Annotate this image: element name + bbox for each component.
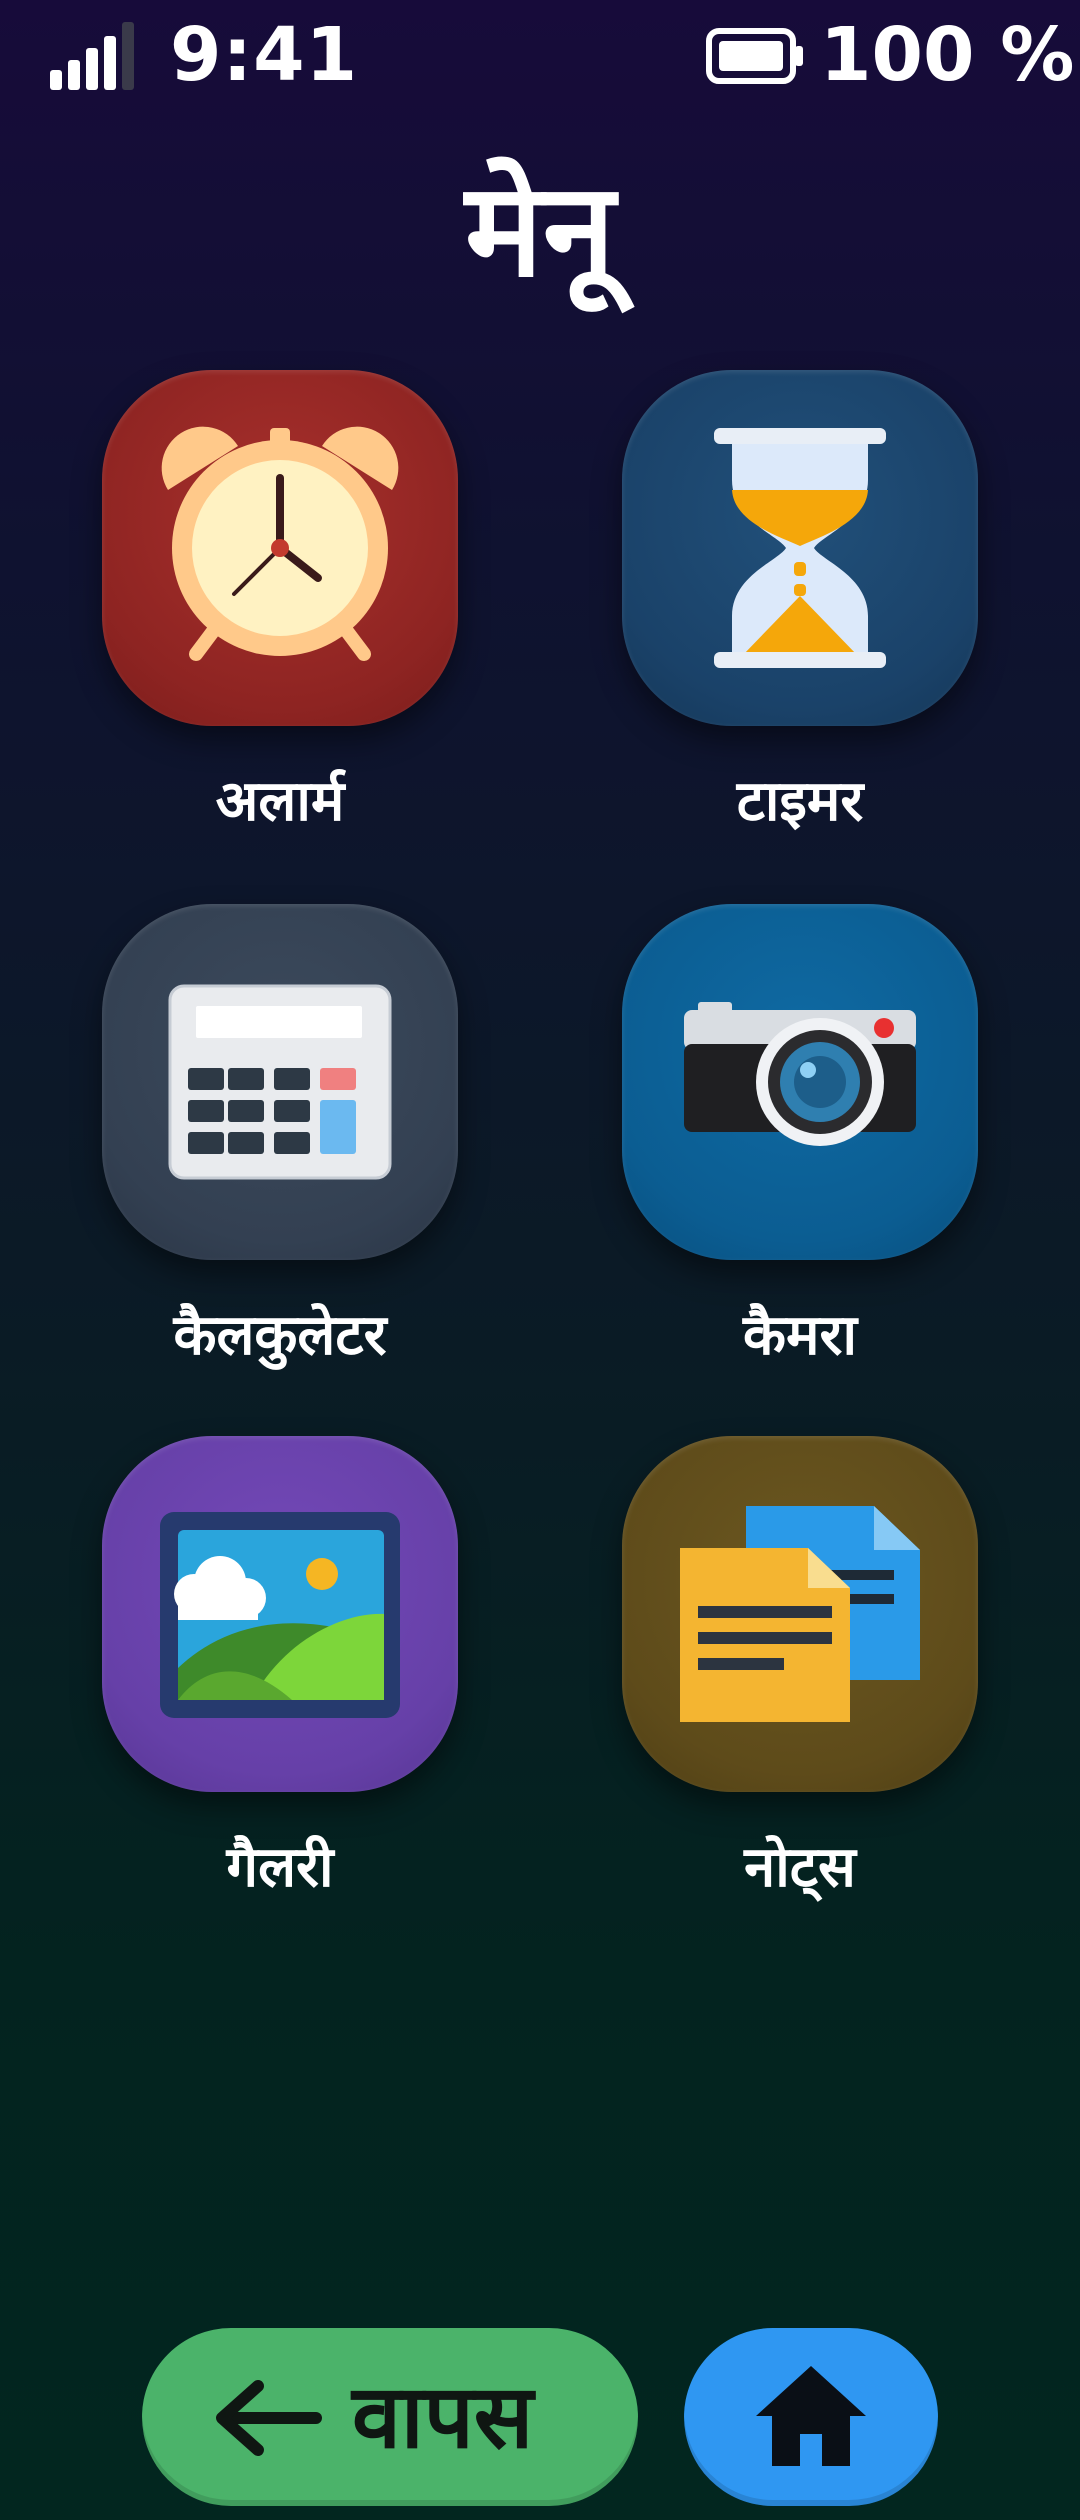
left-arrow-icon — [216, 2380, 322, 2456]
app-label-gallery: गैलरी — [226, 1835, 334, 1900]
gallery-picture-icon — [160, 1512, 400, 1718]
app-tile-notes[interactable] — [622, 1436, 978, 1792]
hourglass-icon — [714, 428, 886, 668]
calculator-icon — [168, 984, 392, 1180]
app-tile-timer[interactable] — [622, 370, 978, 726]
app-label-timer: टाइमर — [736, 769, 864, 834]
app-label-camera: कैमरा — [743, 1303, 857, 1368]
signal-bars-icon — [50, 22, 134, 90]
app-tile-alarm[interactable] — [102, 370, 458, 726]
alarm-clock-icon — [161, 426, 399, 661]
app-label-calculator: कैलकुलेटर — [173, 1303, 387, 1368]
back-button-label: वापस — [352, 2365, 534, 2468]
battery-full-icon — [706, 28, 803, 84]
home-icon — [756, 2366, 866, 2466]
battery-percentage: 100 % — [820, 12, 1075, 98]
back-button[interactable]: वापस — [142, 2328, 638, 2506]
page-title: मेनू — [465, 154, 615, 306]
app-tile-calculator[interactable] — [102, 904, 458, 1260]
app-label-notes: नोट्स — [744, 1835, 856, 1900]
home-button[interactable] — [684, 2328, 938, 2506]
status-bar: 9:41 100 % — [0, 0, 1080, 110]
status-time: 9:41 — [170, 12, 359, 98]
notes-documents-icon — [680, 1506, 920, 1722]
app-label-alarm: अलार्म — [215, 769, 345, 834]
app-tile-gallery[interactable] — [102, 1436, 458, 1792]
camera-icon — [684, 1002, 916, 1146]
app-tile-camera[interactable] — [622, 904, 978, 1260]
